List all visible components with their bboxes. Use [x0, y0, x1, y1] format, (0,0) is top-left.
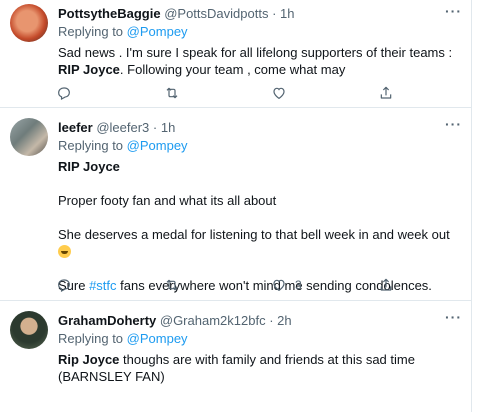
more-options-icon[interactable]: ···	[445, 116, 462, 132]
separator: ·	[152, 120, 158, 135]
text-line: Proper footy fan and what its all about	[58, 193, 277, 208]
display-name[interactable]: leefer	[58, 120, 93, 135]
share-button[interactable]	[378, 276, 394, 294]
tweet-text: Rip Joyce thoughs are with family and fr…	[58, 351, 458, 385]
avatar[interactable]	[10, 4, 48, 42]
more-options-icon[interactable]: ···	[445, 309, 462, 325]
replying-label: Replying to	[58, 331, 124, 346]
tweet[interactable]: leefer @leefer3 · 1h ··· Replying to @Po…	[0, 108, 472, 301]
scroll-gutter	[472, 0, 478, 412]
like-button[interactable]: 3	[271, 276, 302, 294]
grinning-face-emoji-icon	[58, 245, 71, 258]
mention-link[interactable]: @Pompey	[127, 331, 188, 346]
handle[interactable]: @Graham2k12bfc	[160, 313, 266, 328]
like-icon	[273, 279, 285, 292]
text-bold: RIP Joyce	[58, 62, 120, 77]
retweet-icon	[166, 279, 178, 291]
reply-button[interactable]	[56, 84, 80, 102]
timeline: PottsytheBaggie @PottsDavidpotts · 1h ··…	[0, 0, 472, 412]
text-bold: RIP Joyce	[58, 159, 120, 174]
avatar[interactable]	[10, 311, 48, 349]
display-name[interactable]: GrahamDoherty	[58, 313, 156, 328]
tweet-actions: 3	[56, 276, 396, 294]
tweet-header: GrahamDoherty @Graham2k12bfc · 2h	[58, 313, 292, 328]
share-icon	[380, 278, 392, 291]
replying-to: Replying to @Pompey	[58, 331, 188, 346]
timestamp[interactable]: 2h	[277, 313, 291, 328]
retweet-button[interactable]	[164, 276, 188, 294]
replying-to: Replying to @Pompey	[58, 138, 188, 153]
separator: ·	[269, 313, 274, 328]
tweet-header: PottsytheBaggie @PottsDavidpotts · 1h	[58, 6, 295, 21]
reply-button[interactable]	[56, 276, 80, 294]
replying-label: Replying to	[58, 138, 124, 153]
timestamp[interactable]: 1h	[280, 6, 294, 21]
tweet-header: leefer @leefer3 · 1h	[58, 120, 175, 135]
mention-link[interactable]: @Pompey	[127, 138, 188, 153]
tweet[interactable]: GrahamDoherty @Graham2k12bfc · 2h ··· Re…	[0, 301, 472, 412]
text-segment: . Following your team , come what may	[119, 62, 346, 77]
tweet-actions	[56, 84, 396, 102]
more-options-icon[interactable]: ···	[445, 3, 462, 19]
text-segment: Sad news . I'm sure I speak for all life…	[58, 45, 453, 60]
like-icon	[273, 87, 285, 100]
share-button[interactable]	[378, 84, 394, 102]
retweet-button[interactable]	[164, 84, 188, 102]
like-button[interactable]	[271, 84, 295, 102]
mention-link[interactable]: @Pompey	[127, 24, 188, 39]
tweet-text: Sad news . I'm sure I speak for all life…	[58, 44, 458, 78]
reply-icon	[58, 87, 70, 101]
share-icon	[380, 86, 392, 99]
like-count: 3	[295, 278, 302, 292]
handle[interactable]: @leefer3	[96, 120, 149, 135]
tweet-text: RIP Joyce Proper footy fan and what its …	[58, 158, 458, 294]
text-bold: Rip Joyce	[58, 352, 120, 367]
reply-icon	[58, 279, 70, 293]
retweet-icon	[166, 87, 178, 99]
display-name[interactable]: PottsytheBaggie	[58, 6, 161, 21]
timestamp[interactable]: 1h	[161, 120, 175, 135]
replying-to: Replying to @Pompey	[58, 24, 188, 39]
replying-label: Replying to	[58, 24, 124, 39]
separator: ·	[272, 6, 277, 21]
avatar[interactable]	[10, 118, 48, 156]
text-line: She deserves a medal for listening to th…	[58, 227, 450, 242]
tweet[interactable]: PottsytheBaggie @PottsDavidpotts · 1h ··…	[0, 0, 472, 108]
handle[interactable]: @PottsDavidpotts	[164, 6, 268, 21]
